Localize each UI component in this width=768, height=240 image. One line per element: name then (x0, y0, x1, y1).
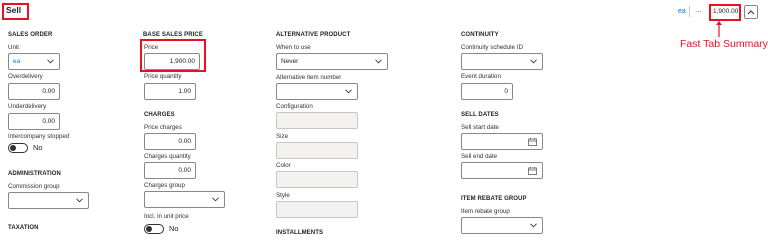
sell-dates-heading: SELL DATES (461, 112, 499, 118)
price-charges-input[interactable]: 0.00 (144, 133, 196, 150)
configuration-field (276, 112, 358, 129)
calendar-icon[interactable] (528, 138, 537, 146)
chevron-down-icon (530, 59, 537, 64)
price-charges-label: Price charges (144, 124, 182, 131)
charges-heading: CHARGES (144, 112, 175, 118)
intercompany-label: Intercompany stopped (8, 133, 70, 140)
when-to-use-select[interactable]: Never (276, 53, 388, 70)
charges-group-select[interactable] (144, 191, 225, 208)
charges-quantity-label: Charges quantity (144, 153, 191, 160)
continuity-heading: CONTINUITY (461, 32, 499, 38)
chevron-down-icon (375, 59, 382, 64)
price-quantity-label: Price quantity (144, 73, 182, 80)
fasttab-summary-annotation: Fast Tab Summary (680, 38, 768, 50)
summary-highlight (709, 4, 741, 21)
configuration-label: Configuration (276, 103, 313, 110)
chevron-up-icon (747, 10, 755, 15)
toggle-knob (10, 145, 16, 151)
size-field (276, 142, 358, 159)
chevron-down-icon (76, 198, 83, 203)
alternative-product-heading: ALTERNATIVE PRODUCT (276, 32, 351, 38)
arrow-up-icon (716, 21, 722, 37)
size-label: Size (276, 133, 289, 140)
continuity-schedule-label: Continuity schedule ID (461, 44, 523, 51)
fasttab-header[interactable]: Sell ea ... 1,900.00 (0, 0, 768, 26)
unit-value: ea (13, 58, 21, 65)
charges-group-label: Charges group (144, 182, 185, 189)
item-rebate-group-heading: ITEM REBATE GROUP (461, 196, 527, 202)
incl-unit-price-value: No (169, 224, 179, 233)
overdelivery-label: Overdelivery (8, 73, 43, 80)
commission-group-label: Commission group (8, 183, 60, 190)
when-to-use-value: Never (281, 58, 299, 65)
summary-more: ... (695, 5, 702, 14)
underdelivery-input[interactable]: 0.00 (8, 113, 60, 130)
summary-divider (689, 6, 690, 17)
summary-unit: ea (678, 8, 686, 15)
commission-group-select[interactable] (8, 192, 89, 209)
sell-fasttab: Sell ea ... 1,900.00 Fast Tab Summary SA… (0, 0, 768, 239)
alternative-item-select[interactable] (276, 83, 358, 100)
intercompany-toggle[interactable] (8, 143, 28, 153)
style-label: Style (276, 192, 290, 199)
base-sales-price-heading: BASE SALES PRICE (143, 32, 203, 38)
installments-heading: INSTALLMENTS (276, 230, 324, 236)
price-input[interactable]: 1,900.00 (144, 53, 200, 70)
chevron-down-icon (212, 197, 219, 202)
title-highlight (2, 3, 29, 20)
charges-quantity-input[interactable]: 0.00 (144, 162, 196, 179)
chevron-down-icon (345, 89, 352, 94)
event-duration-label: Event duration (461, 73, 501, 80)
item-rebate-group-select[interactable] (461, 217, 543, 234)
sell-end-date-input[interactable] (461, 162, 543, 179)
chevron-down-icon (530, 223, 537, 228)
event-duration-input[interactable]: 0 (461, 83, 513, 100)
administration-heading: ADMINISTRATION (8, 171, 61, 177)
calendar-icon[interactable] (528, 167, 537, 175)
incl-unit-price-toggle[interactable] (144, 224, 164, 234)
alternative-item-label: Alternative item number (276, 74, 342, 81)
item-rebate-group-label: Item rebate group (461, 208, 510, 215)
sell-end-date-label: Sell end date (461, 153, 498, 160)
continuity-schedule-select[interactable] (461, 53, 543, 70)
sell-start-date-label: Sell start date (461, 124, 499, 131)
overdelivery-input[interactable]: 0.00 (8, 83, 60, 100)
underdelivery-label: Underdelivery (8, 103, 47, 110)
unit-select[interactable]: ea (8, 53, 60, 70)
unit-label: Unit (8, 44, 20, 51)
when-to-use-label: When to use (276, 44, 311, 51)
sell-start-date-input[interactable] (461, 133, 543, 150)
color-field (276, 171, 358, 188)
incl-unit-price-label: Incl. in unit price (144, 213, 189, 220)
collapse-button[interactable] (744, 5, 758, 19)
price-label: Price (144, 44, 159, 51)
price-quantity-input[interactable]: 1.00 (144, 83, 196, 100)
taxation-heading: TAXATION (8, 225, 39, 231)
toggle-knob (146, 226, 152, 232)
color-label: Color (276, 162, 291, 169)
chevron-down-icon (47, 59, 54, 64)
intercompany-value: No (33, 143, 43, 152)
style-field (276, 201, 358, 218)
sales-order-heading: SALES ORDER (8, 32, 53, 38)
